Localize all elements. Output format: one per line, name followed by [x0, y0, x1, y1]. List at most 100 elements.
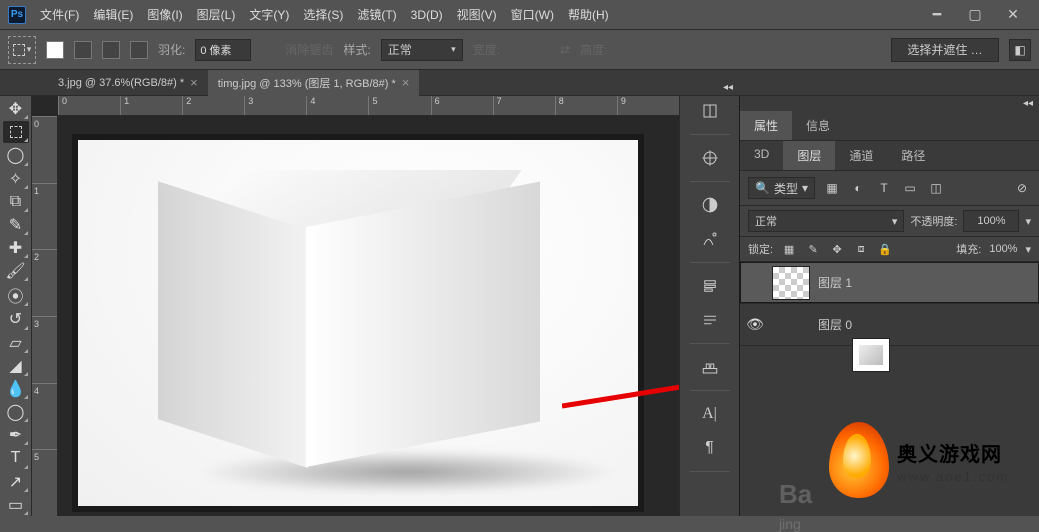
eraser-tool[interactable]: ▱ [3, 332, 29, 354]
menu-help[interactable]: 帮助(H) [568, 6, 609, 23]
collapse-toggle-icon[interactable]: ◂◂ [723, 82, 733, 93]
tab-1[interactable]: timg.jpg @ 133% (图层 1, RGB/8#) *× [208, 70, 420, 96]
tab-paths[interactable]: 路径 [887, 141, 939, 170]
fill-input[interactable]: 100% [989, 243, 1017, 255]
lasso-tool[interactable]: ◯ [3, 144, 29, 166]
panel-collapse-icon[interactable]: ◂◂ [740, 96, 1039, 111]
style-select[interactable]: 正常▾ [381, 39, 463, 61]
stamp-tool[interactable]: ⦿ [3, 283, 29, 307]
dodge-tool[interactable]: ◯ [3, 401, 29, 423]
selection-add-icon[interactable] [74, 41, 92, 59]
tab-close-icon[interactable]: × [402, 75, 410, 90]
filter-adjust-icon[interactable]: ◐ [849, 179, 867, 197]
move-tool[interactable]: ✥ [3, 98, 29, 120]
character-panel-icon[interactable] [693, 275, 727, 297]
adjustments-panel-icon[interactable] [693, 194, 727, 216]
menu-file[interactable]: 文件(F) [40, 6, 79, 23]
selection-new-icon[interactable] [46, 41, 64, 59]
tab-info[interactable]: 信息 [792, 111, 844, 140]
paragraph-panel-icon[interactable] [693, 309, 727, 331]
tab-0[interactable]: 3.jpg @ 37.6%(RGB/8#) *× [48, 70, 208, 96]
layer-name[interactable]: 图层 0 [818, 316, 852, 333]
tab-channels[interactable]: 通道 [835, 141, 887, 170]
menu-filter[interactable]: 滤镜(T) [357, 6, 396, 23]
gradient-tool[interactable]: ◢ [3, 355, 29, 377]
lock-trans-icon[interactable]: ▦ [781, 241, 797, 257]
tab-properties[interactable]: 属性 [740, 111, 792, 140]
visibility-toggle[interactable]: 👁 [746, 316, 764, 333]
magic-wand-tool[interactable]: ✧ [3, 168, 29, 190]
style-label: 样式: [343, 41, 370, 58]
type-tool[interactable]: T [3, 447, 29, 469]
tab-close-icon[interactable]: × [190, 75, 198, 90]
antialias-checkbox[interactable] [261, 43, 275, 57]
crop-tool[interactable]: ⧉ [3, 191, 29, 213]
selection-subtract-icon[interactable] [102, 41, 120, 59]
history-panel-icon[interactable] [693, 100, 727, 122]
layer-filter-select[interactable]: 🔍 类型 ▾ [748, 177, 815, 199]
menu-select[interactable]: 选择(S) [303, 6, 343, 23]
layer-name[interactable]: 图层 1 [818, 274, 852, 291]
brush-tool[interactable]: 🖌 [3, 260, 29, 282]
lock-label: 锁定: [748, 241, 773, 257]
feather-label: 羽化: [158, 41, 185, 58]
filter-shape-icon[interactable]: ▭ [901, 179, 919, 197]
window-maximize[interactable]: ▢ [957, 4, 993, 26]
layer-row[interactable]: 👁 图层 0 [740, 304, 1039, 346]
fill-label: 填充: [956, 241, 981, 257]
styles-panel-icon[interactable] [693, 228, 727, 250]
watermark-title: 奥义游戏网 [897, 438, 1009, 467]
history-brush-tool[interactable]: ↺ [3, 308, 29, 330]
lock-all-icon[interactable]: 🔒 [877, 241, 893, 257]
filter-toggle-icon[interactable]: ⊘ [1013, 179, 1031, 197]
path-tool[interactable]: ↗ [3, 471, 29, 493]
glyph-a-icon[interactable]: A| [693, 403, 727, 425]
menu-edit[interactable]: 编辑(E) [93, 6, 133, 23]
window-close[interactable]: ✕ [995, 4, 1031, 26]
canvas-area[interactable]: 0123456789 012345 [32, 96, 679, 516]
collapsed-panels: ◂◂ A| ¶ [679, 96, 739, 516]
select-and-mask-button[interactable]: 选择并遮住 … [891, 38, 999, 62]
layer-thumbnail[interactable] [772, 266, 810, 300]
antialias-label: 消除锯齿 [285, 41, 333, 58]
lock-paint-icon[interactable]: ✎ [805, 241, 821, 257]
options-gear-icon[interactable]: ◧ [1009, 39, 1031, 61]
filter-type-icon[interactable]: T [875, 179, 893, 197]
layer-row[interactable]: 图层 1 [740, 262, 1039, 304]
menu-type[interactable]: 文字(Y) [249, 6, 289, 23]
menu-3d[interactable]: 3D(D) [411, 8, 443, 22]
watermark: Ba jing 奥义游戏网 www.aoe1.com [829, 406, 1039, 516]
eyedropper-tool[interactable]: ✎ [3, 214, 29, 236]
toolbox: ✥ ◯ ✧ ⧉ ✎ ✚ 🖌 ⦿ ↺ ▱ ◢ 💧 ◯ ✒ T ↗ ▭ [0, 96, 32, 516]
flame-icon [829, 422, 889, 498]
document-tabbar: 3.jpg @ 37.6%(RGB/8#) *× timg.jpg @ 133%… [0, 70, 1039, 96]
filter-pixel-icon[interactable]: ▦ [823, 179, 841, 197]
app-icon: Ps [8, 6, 26, 24]
marquee-tool[interactable] [3, 121, 29, 143]
selection-intersect-icon[interactable] [130, 41, 148, 59]
pen-tool[interactable]: ✒ [3, 424, 29, 446]
document-canvas[interactable] [72, 134, 644, 512]
swatches-panel-icon[interactable] [693, 356, 727, 378]
filter-smart-icon[interactable]: ◫ [927, 179, 945, 197]
blur-tool[interactable]: 💧 [3, 378, 29, 400]
lock-pos-icon[interactable]: ✥ [829, 241, 845, 257]
menu-window[interactable]: 窗口(W) [511, 6, 554, 23]
paragraph-mark-icon[interactable]: ¶ [693, 437, 727, 459]
tab-3d[interactable]: 3D [740, 141, 783, 170]
current-tool-indicator[interactable]: ▾ [8, 36, 36, 64]
tab-layers[interactable]: 图层 [783, 141, 835, 170]
opacity-input[interactable]: 100% [963, 210, 1019, 232]
blend-mode-select[interactable]: 正常▾ [748, 210, 904, 232]
feather-input[interactable] [195, 39, 251, 61]
navigator-panel-icon[interactable] [693, 147, 727, 169]
shape-tool[interactable]: ▭ [3, 494, 29, 516]
menu-view[interactable]: 视图(V) [457, 6, 497, 23]
healing-tool[interactable]: ✚ [3, 237, 29, 259]
lock-artboard-icon[interactable]: ⧈ [853, 241, 869, 257]
menu-layer[interactable]: 图层(L) [197, 6, 236, 23]
window-minimize[interactable]: ━ [919, 4, 955, 26]
layer-thumbnail[interactable] [852, 338, 890, 372]
menu-image[interactable]: 图像(I) [147, 6, 182, 23]
options-bar: ▾ 羽化: 消除锯齿 样式: 正常▾ 宽度: ⇄ 高度: 选择并遮住 … ◧ [0, 30, 1039, 70]
